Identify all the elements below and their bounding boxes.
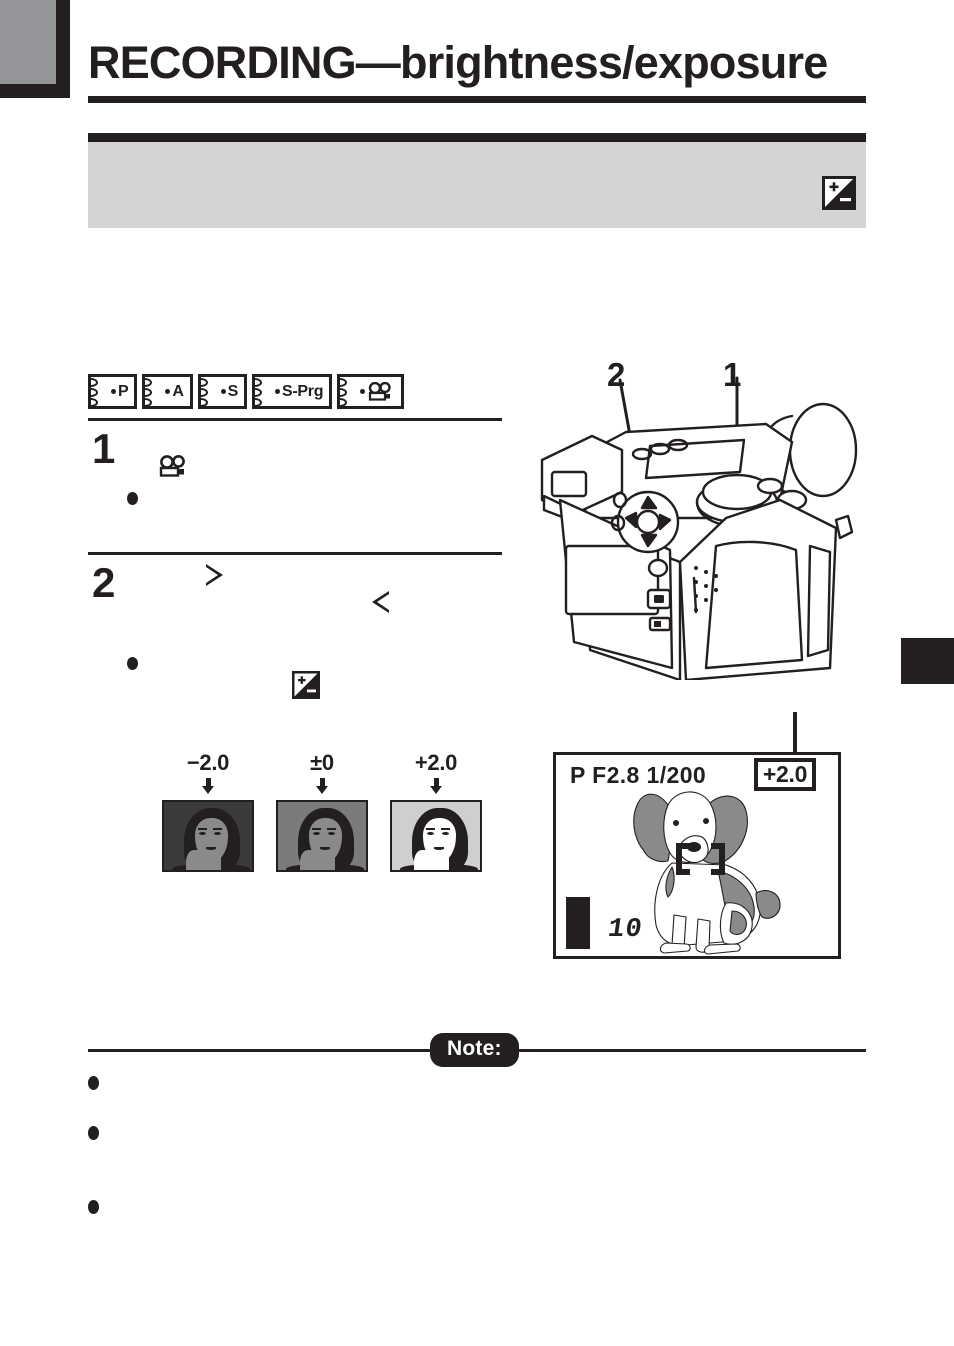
note-bullet <box>88 1200 99 1214</box>
exposure-compensation-icon <box>292 671 320 699</box>
af-bracket-left-icon <box>676 843 690 875</box>
step-1-bullet <box>127 492 138 505</box>
exposure-example-zero: ±0 <box>276 750 368 872</box>
note-label: Note: <box>430 1033 519 1067</box>
battery-full-icon <box>566 897 590 949</box>
mode-badge-movie <box>337 374 405 409</box>
lcd-callout-leader-line <box>793 712 797 757</box>
mode-dot-icon <box>220 389 226 394</box>
exposure-sample-photo-medium <box>276 800 368 872</box>
mode-badge-a: A <box>142 374 193 409</box>
dial-knurl-icon <box>200 377 217 406</box>
lcd-preview-panel: P F2.8 1/200 +2.0 10 <box>553 752 841 959</box>
mode-badge-label: S-Prg <box>282 382 324 400</box>
lcd-exposure-value: +2.0 <box>754 758 816 791</box>
dial-knurl-icon <box>145 377 161 406</box>
exposure-value-label: +2.0 <box>414 750 458 775</box>
arrow-down-icon <box>315 778 329 794</box>
step-1-number: 1 <box>92 425 116 472</box>
mode-badge-label: P <box>118 382 129 400</box>
camera-illustration <box>530 350 930 682</box>
exposure-compensation-icon <box>822 176 856 210</box>
lcd-frames-remaining: 10 <box>605 915 645 945</box>
corner-decoration <box>0 0 70 98</box>
movie-camera-icon <box>367 381 393 401</box>
movie-camera-icon <box>158 455 188 477</box>
mode-badge-label: S <box>227 382 239 400</box>
dial-knurl-icon <box>91 377 107 406</box>
exposure-sample-photo-dark <box>162 800 254 872</box>
arrow-down-icon <box>201 778 215 794</box>
page-tab-marker <box>901 638 954 684</box>
mode-dot-icon <box>111 389 116 394</box>
note-bullet <box>88 1076 99 1090</box>
page-title: RECORDING—brightness/exposure <box>88 37 828 88</box>
dial-knurl-icon <box>340 377 356 406</box>
section-band <box>88 133 866 228</box>
mode-badge-s-prg: S-Prg <box>252 374 333 409</box>
corner-gray-swatch <box>0 0 56 84</box>
mode-dot-icon <box>165 389 171 394</box>
exposure-example-plus: +2.0 <box>390 750 482 872</box>
exposure-value-label: ±0 <box>310 750 334 775</box>
mode-badge-row: P A S S-Prg <box>88 374 405 409</box>
badges-divider-rule <box>88 418 502 421</box>
step-1-divider-rule <box>88 552 502 555</box>
corner-edge-bottom <box>0 84 70 98</box>
note-bullet <box>88 1126 99 1140</box>
arrow-down-icon <box>429 778 443 794</box>
exposure-sample-photo-light <box>390 800 482 872</box>
mode-dot-icon <box>360 389 366 394</box>
mode-dot-icon <box>275 389 281 394</box>
mode-badge-p: P <box>88 374 138 409</box>
step-2-number: 2 <box>92 559 116 606</box>
step-2-bullet <box>127 657 138 670</box>
exposure-value-label: −2.0 <box>186 750 230 775</box>
dial-knurl-icon <box>255 377 271 406</box>
lcd-status-line: P F2.8 1/200 <box>570 762 707 788</box>
mode-badge-label: A <box>172 382 184 400</box>
arrow-left-icon-inner <box>377 594 389 610</box>
title-underline-rule <box>88 96 866 103</box>
arrow-right-icon-inner <box>206 567 218 583</box>
exposure-example-minus: −2.0 <box>162 750 254 872</box>
af-bracket-right-icon <box>711 843 725 875</box>
mode-badge-s: S <box>197 374 248 409</box>
